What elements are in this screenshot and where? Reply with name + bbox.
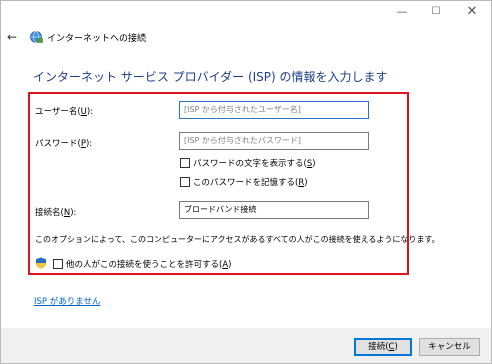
back-arrow-icon[interactable]: ← — [7, 27, 23, 47]
username-input[interactable]: [ISP から付与されたユーザー名] — [179, 101, 369, 119]
allow-others-label[interactable]: 他の人がこの接続を使うことを許可する(A) — [66, 258, 231, 270]
password-label: パスワード(P): — [35, 139, 93, 149]
show-password-label[interactable]: パスワードの文字を表示する(S) — [193, 157, 316, 169]
allow-others-checkbox[interactable] — [53, 259, 63, 269]
connection-name-label: 接続名(N): — [35, 208, 77, 218]
remember-password-label[interactable]: このパスワードを記憶する(R) — [193, 176, 308, 188]
dialog-footer: 接続(C) キャンセル — [1, 328, 491, 363]
username-label: ユーザー名(U): — [35, 107, 94, 117]
uac-shield-icon — [36, 257, 46, 269]
connect-button[interactable]: 接続(C) — [354, 338, 412, 356]
network-globe-icon — [30, 31, 43, 43]
remember-password-checkbox[interactable] — [180, 177, 190, 187]
maximize-button[interactable]: ☐ — [421, 1, 451, 23]
connection-name-input[interactable]: ブロードバンド接続 — [179, 201, 369, 219]
title-bar: — ☐ ✕ — [1, 1, 491, 23]
cancel-button[interactable]: キャンセル — [419, 338, 480, 356]
wizard-title: インターネットへの接続 — [47, 34, 147, 44]
wizard-nav: ← インターネットへの接続 — [1, 27, 491, 47]
minimize-button[interactable]: — — [387, 1, 417, 23]
dialog-window: — ☐ ✕ ← インターネットへの接続 インターネット サービス プロバイダー … — [0, 0, 492, 364]
show-password-checkbox[interactable] — [180, 158, 190, 168]
close-button[interactable]: ✕ — [457, 1, 487, 23]
no-isp-link[interactable]: ISP がありません — [34, 295, 100, 307]
sharing-note: このオプションによって、このコンピューターにアクセスがあるすべての人がこの接続を… — [35, 235, 440, 244]
page-heading: インターネット サービス プロバイダー (ISP) の情報を入力します — [33, 70, 388, 84]
password-input[interactable]: [ISP から付与されたパスワード] — [179, 132, 369, 150]
